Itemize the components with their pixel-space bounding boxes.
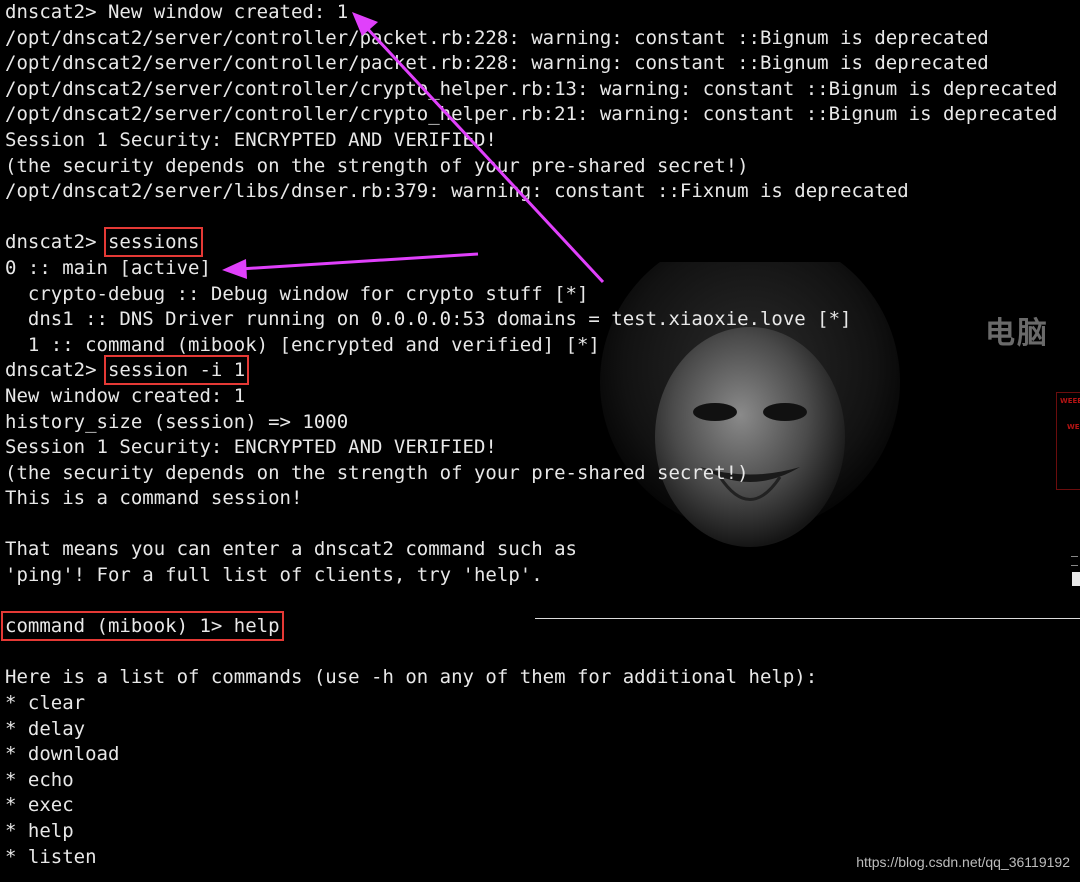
- terminal-line: Session 1 Security: ENCRYPTED AND VERIFI…: [5, 128, 497, 151]
- terminal-line: /opt/dnscat2/server/controller/crypto_he…: [5, 77, 1058, 100]
- terminal-window[interactable]: 电脑 WEEE WE dnscat2> New window created: …: [0, 0, 1080, 882]
- terminal-line: New window created: 1: [5, 384, 246, 407]
- prompt: dnscat2>: [5, 359, 108, 382]
- wallpaper-red-text-2: WE: [1067, 423, 1080, 431]
- terminal-line: * download: [5, 743, 120, 766]
- wallpaper-checkbox: [1072, 572, 1080, 586]
- terminal-line: * echo: [5, 768, 74, 791]
- prompt: dnscat2>: [5, 231, 108, 254]
- terminal-line: * exec: [5, 794, 74, 817]
- terminal-line: Here is a list of commands (use -h on an…: [5, 666, 818, 689]
- terminal-line: 1 :: command (mibook) [encrypted and ver…: [5, 333, 600, 356]
- terminal-line: /opt/dnscat2/server/controller/crypto_he…: [5, 103, 1058, 126]
- terminal-line: dnscat2> sessions: [5, 227, 1057, 258]
- terminal-line: /opt/dnscat2/server/controller/packet.rb…: [5, 52, 989, 75]
- wallpaper-glyph: [1071, 556, 1078, 566]
- terminal-line: history_size (session) => 1000: [5, 410, 349, 433]
- terminal-line: (the security depends on the strength of…: [5, 461, 749, 484]
- terminal-line: * help: [5, 820, 74, 842]
- terminal-line: * clear: [5, 692, 86, 715]
- terminal-line: /opt/dnscat2/server/libs/dnser.rb:379: w…: [5, 180, 909, 203]
- watermark: https://blog.csdn.net/qq_36119192: [856, 854, 1070, 870]
- terminal-line: crypto-debug :: Debug window for crypto …: [5, 282, 589, 305]
- highlighted-command: session -i 1: [103, 355, 250, 386]
- terminal-line: * delay: [5, 717, 86, 740]
- terminal-line: That means you can enter a dnscat2 comma…: [5, 538, 577, 561]
- terminal-line: command (mibook) 1> help: [1, 611, 1057, 642]
- terminal-output[interactable]: dnscat2> New window created: 1/opt/dnsca…: [1, 0, 1058, 870]
- terminal-line: 'ping'! For a full list of clients, try …: [5, 564, 543, 587]
- terminal-line: 0 :: main [active]: [5, 256, 211, 279]
- terminal-line: dnscat2> New window created: 1: [5, 1, 349, 23]
- terminal-line: (the security depends on the strength of…: [5, 154, 749, 177]
- terminal-line: /opt/dnscat2/server/controller/packet.rb…: [5, 26, 989, 49]
- terminal-line: Session 1 Security: ENCRYPTED AND VERIFI…: [5, 436, 497, 459]
- highlighted-command: command (mibook) 1> help: [1, 611, 284, 642]
- terminal-line: This is a command session!: [5, 487, 303, 510]
- terminal-line: dnscat2> session -i 1: [5, 355, 1057, 386]
- wallpaper-red-badge: WEEE WE: [1056, 392, 1080, 490]
- terminal-line: dns1 :: DNS Driver running on 0.0.0.0:53…: [5, 308, 852, 331]
- highlighted-command: sessions: [103, 227, 204, 258]
- wallpaper-red-text-1: WEEE: [1060, 397, 1080, 405]
